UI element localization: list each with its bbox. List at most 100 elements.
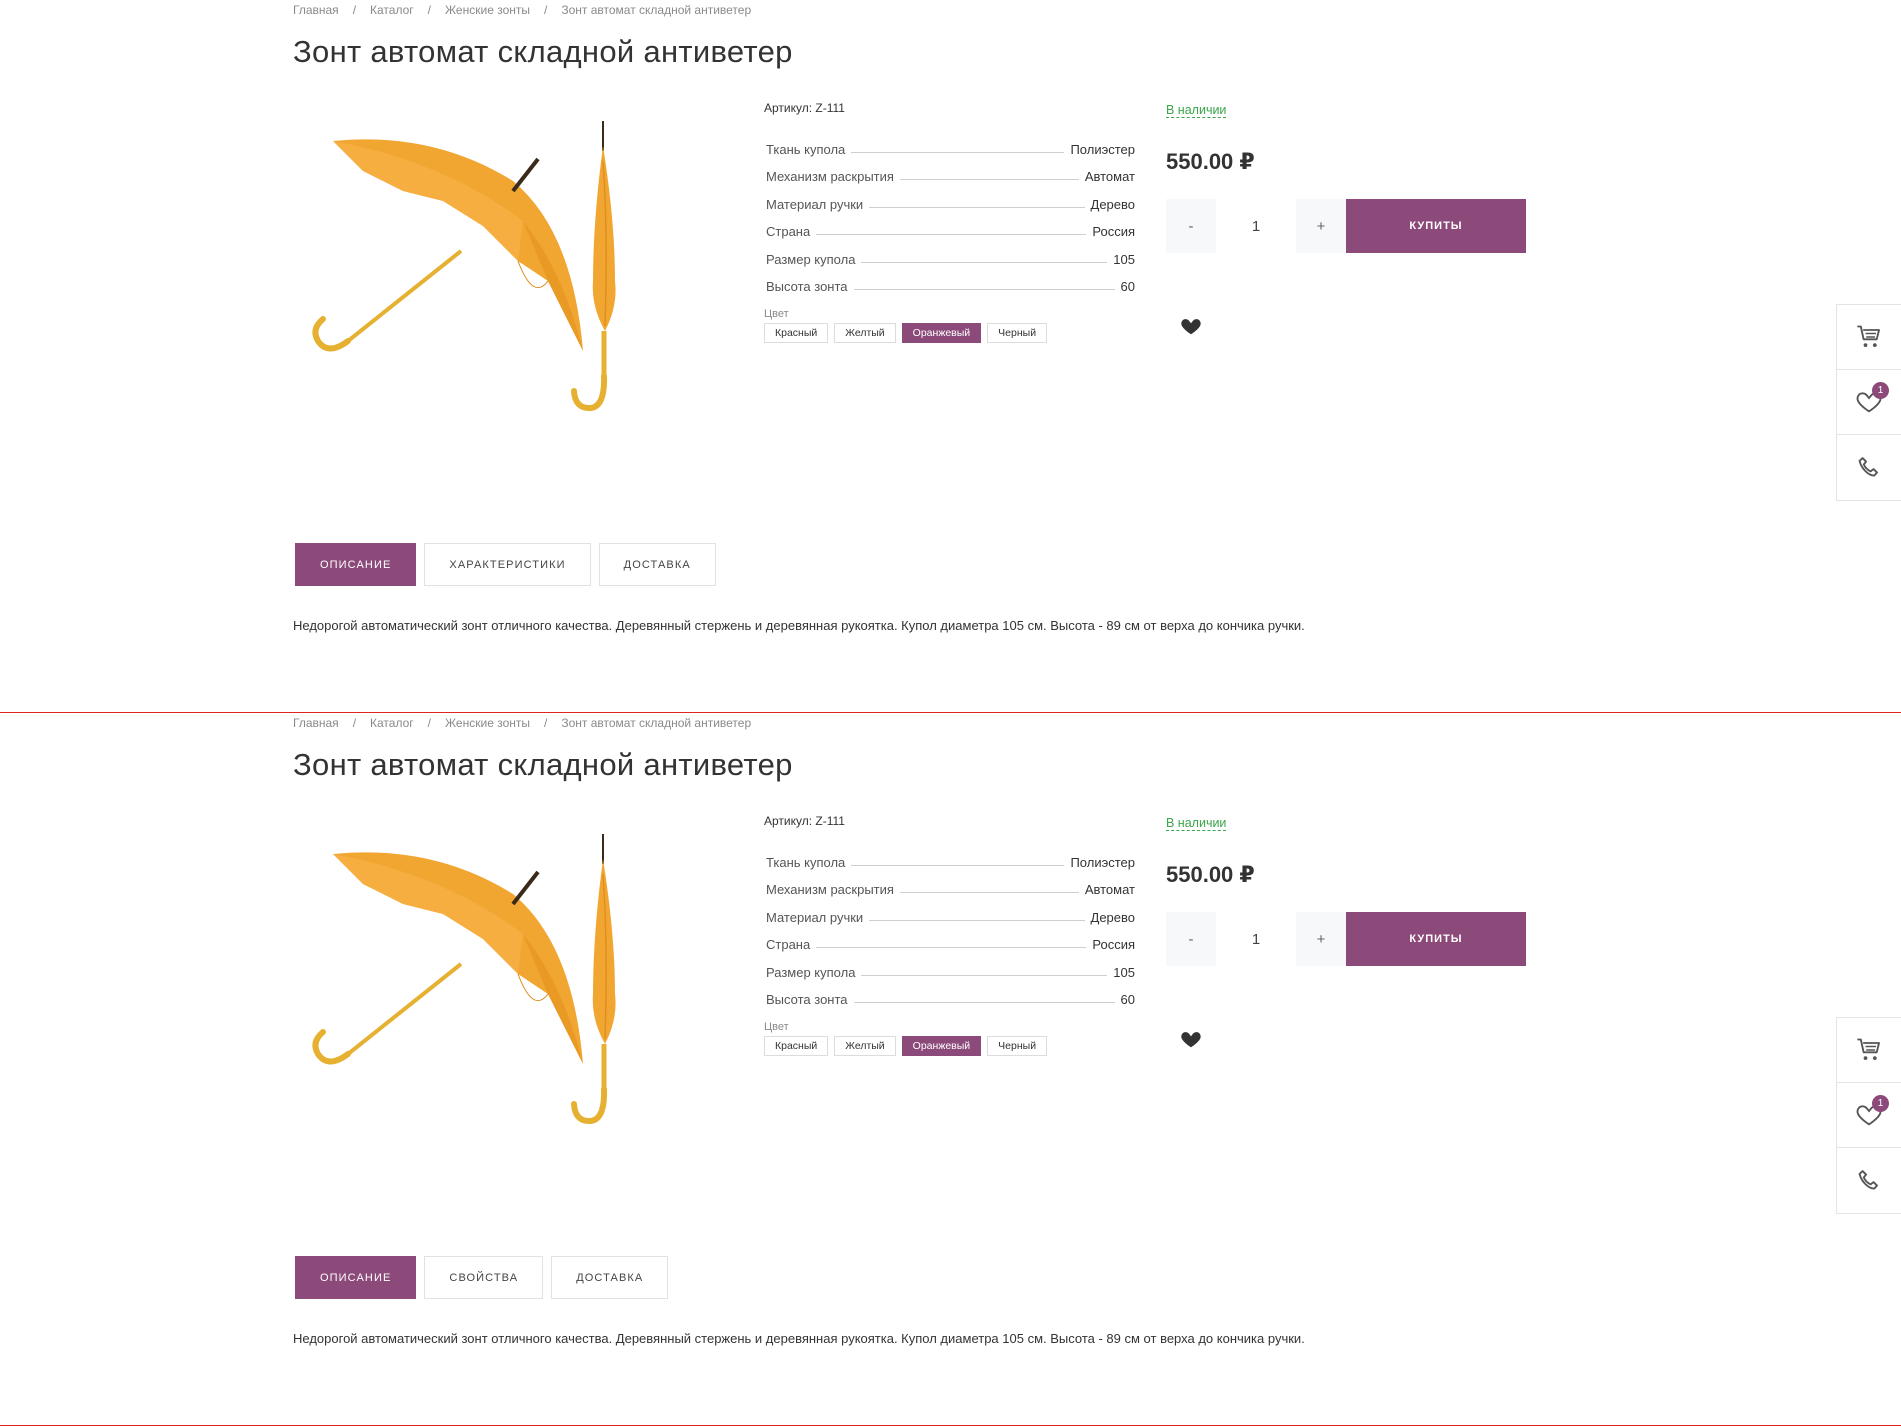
breadcrumb: Главная / Каталог / Женские зонты / Зонт ав… — [293, 3, 752, 17]
property-row: Размер купола 105 — [764, 952, 1135, 980]
property-leader — [816, 947, 1087, 948]
cart-row: - 1 + купиты — [1166, 199, 1528, 253]
property-leader — [899, 892, 1079, 893]
property-name: Высота зонта — [766, 992, 848, 1007]
breadcrumb-home[interactable]: Главная — [293, 3, 339, 17]
property-row: Размер купола 105 — [764, 239, 1135, 267]
wishlist-count-badge: 1 — [1872, 1095, 1889, 1112]
property-row: Материал ручки Дерево — [764, 897, 1135, 925]
property-value: Дерево — [1090, 196, 1135, 212]
phone-icon — [1858, 1169, 1878, 1190]
sidebar-cart-button[interactable] — [1837, 1018, 1901, 1083]
breadcrumb-catalog[interactable]: Каталог — [370, 716, 414, 730]
stock-status: В наличии — [1166, 103, 1227, 118]
property-name: Размер купола — [766, 251, 856, 267]
color-options: Красный Желтый Оранжевый Черный — [764, 323, 1135, 343]
property-name: Страна — [766, 937, 811, 952]
buy-panel: В наличии 550.00 ₽ - 1 + купиты — [1166, 101, 1528, 337]
product-description: Недорогой автоматический зонт отличного … — [293, 1331, 1305, 1346]
color-option[interactable]: Красный — [764, 323, 829, 343]
property-name: Высота зонта — [766, 279, 848, 294]
quantity-stepper: - 1 + — [1166, 912, 1346, 966]
tab-0[interactable]: Описание — [295, 543, 417, 586]
property-name: Страна — [766, 224, 811, 239]
color-options: Красный Желтый Оранжевый Черный — [764, 1036, 1135, 1056]
sidebar-phone-button[interactable] — [1837, 435, 1901, 500]
color-option[interactable]: Оранжевый — [901, 1036, 982, 1056]
product-properties: Артикул: Z-111 Ткань купола Полиэстер Меха… — [764, 814, 1135, 1056]
property-row: Высота зонта 60 — [764, 267, 1135, 294]
qty-minus-button[interactable]: - — [1166, 912, 1216, 966]
qty-plus-button[interactable]: + — [1296, 912, 1346, 966]
property-value: Россия — [1092, 937, 1135, 952]
sidebar-favorites-button[interactable]: 1 — [1837, 1083, 1901, 1148]
tab-1[interactable]: Свойства — [424, 1256, 544, 1299]
buy-panel: В наличии 550.00 ₽ - 1 + купиты — [1166, 814, 1528, 1050]
wishlist-count-badge: 1 — [1872, 382, 1889, 399]
tab-2[interactable]: Доставка — [598, 543, 716, 586]
breadcrumb-home[interactable]: Главная — [293, 716, 339, 730]
cart-icon — [1857, 325, 1880, 348]
property-row: Материал ручки Дерево — [764, 184, 1135, 212]
property-leader — [869, 919, 1085, 921]
qty-plus-button[interactable]: + — [1296, 199, 1346, 253]
property-value: Полиэстер — [1070, 854, 1135, 870]
property-name: Материал ручки — [766, 196, 864, 212]
property-leader — [853, 1002, 1115, 1003]
tab-0[interactable]: Описание — [295, 1256, 417, 1299]
product-tabs: Описание Свойства Доставка — [295, 1256, 669, 1299]
heart-icon[interactable] — [1180, 1028, 1202, 1050]
property-value: Россия — [1092, 224, 1135, 239]
product-section: Главная / Каталог / Женские зонты / Зонт ав… — [0, 713, 1901, 1426]
phone-icon — [1858, 456, 1878, 477]
qty-input[interactable]: 1 — [1216, 912, 1296, 966]
breadcrumb-category[interactable]: Женские зонты — [445, 716, 530, 730]
sidebar-cart-button[interactable] — [1837, 305, 1901, 370]
color-label: Цвет — [764, 1021, 789, 1033]
tab-1[interactable]: Характеристики — [424, 543, 591, 586]
property-row: Ткань купола Полиэстер — [764, 842, 1135, 870]
property-name: Механизм раскрытия — [766, 169, 894, 184]
color-option[interactable]: Желтый — [834, 323, 896, 343]
breadcrumb-catalog[interactable]: Каталог — [370, 3, 414, 17]
property-leader — [899, 179, 1079, 180]
sidebar-favorites-button[interactable]: 1 — [1837, 370, 1901, 435]
property-value: 60 — [1120, 992, 1135, 1007]
color-option[interactable]: Красный — [764, 1036, 829, 1056]
breadcrumb-current: Зонт автомат складной антиветер — [561, 716, 752, 730]
product-image[interactable] — [293, 101, 702, 513]
qty-minus-button[interactable]: - — [1166, 199, 1216, 253]
property-name: Ткань купола — [766, 141, 846, 157]
color-option[interactable]: Оранжевый — [901, 323, 982, 343]
property-row: Высота зонта 60 — [764, 980, 1135, 1007]
property-value: 105 — [1113, 964, 1135, 980]
color-option[interactable]: Черный — [987, 1036, 1048, 1056]
heart-icon[interactable] — [1180, 315, 1202, 337]
property-value: 105 — [1113, 251, 1135, 267]
property-name: Ткань купола — [766, 854, 846, 870]
floating-sidebar: 1 — [1836, 304, 1901, 501]
buy-button[interactable]: купиты — [1346, 199, 1526, 253]
property-list: Ткань купола Полиэстер Механизм раскрытия А… — [764, 129, 1135, 295]
property-name: Материал ручки — [766, 909, 864, 925]
property-value: Дерево — [1090, 909, 1135, 925]
cart-row: - 1 + купиты — [1166, 912, 1528, 966]
sku: Артикул: Z-111 — [764, 101, 845, 115]
cart-icon — [1857, 1038, 1880, 1061]
property-row: Страна Россия — [764, 212, 1135, 239]
buy-button[interactable]: купиты — [1346, 912, 1526, 966]
color-option[interactable]: Черный — [987, 323, 1048, 343]
sidebar-phone-button[interactable] — [1837, 1148, 1901, 1213]
product-image[interactable] — [293, 814, 702, 1226]
property-leader — [853, 289, 1115, 290]
color-option[interactable]: Желтый — [834, 1036, 896, 1056]
qty-input[interactable]: 1 — [1216, 199, 1296, 253]
property-value: Полиэстер — [1070, 141, 1135, 157]
property-leader — [851, 151, 1065, 153]
property-row: Механизм раскрытия Автомат — [764, 870, 1135, 897]
tab-2[interactable]: Доставка — [551, 1256, 669, 1299]
breadcrumb-category[interactable]: Женские зонты — [445, 3, 530, 17]
product-tabs: Описание Характеристики Доставка — [295, 543, 716, 586]
property-row: Механизм раскрытия Автомат — [764, 157, 1135, 184]
sku: Артикул: Z-111 — [764, 814, 845, 828]
